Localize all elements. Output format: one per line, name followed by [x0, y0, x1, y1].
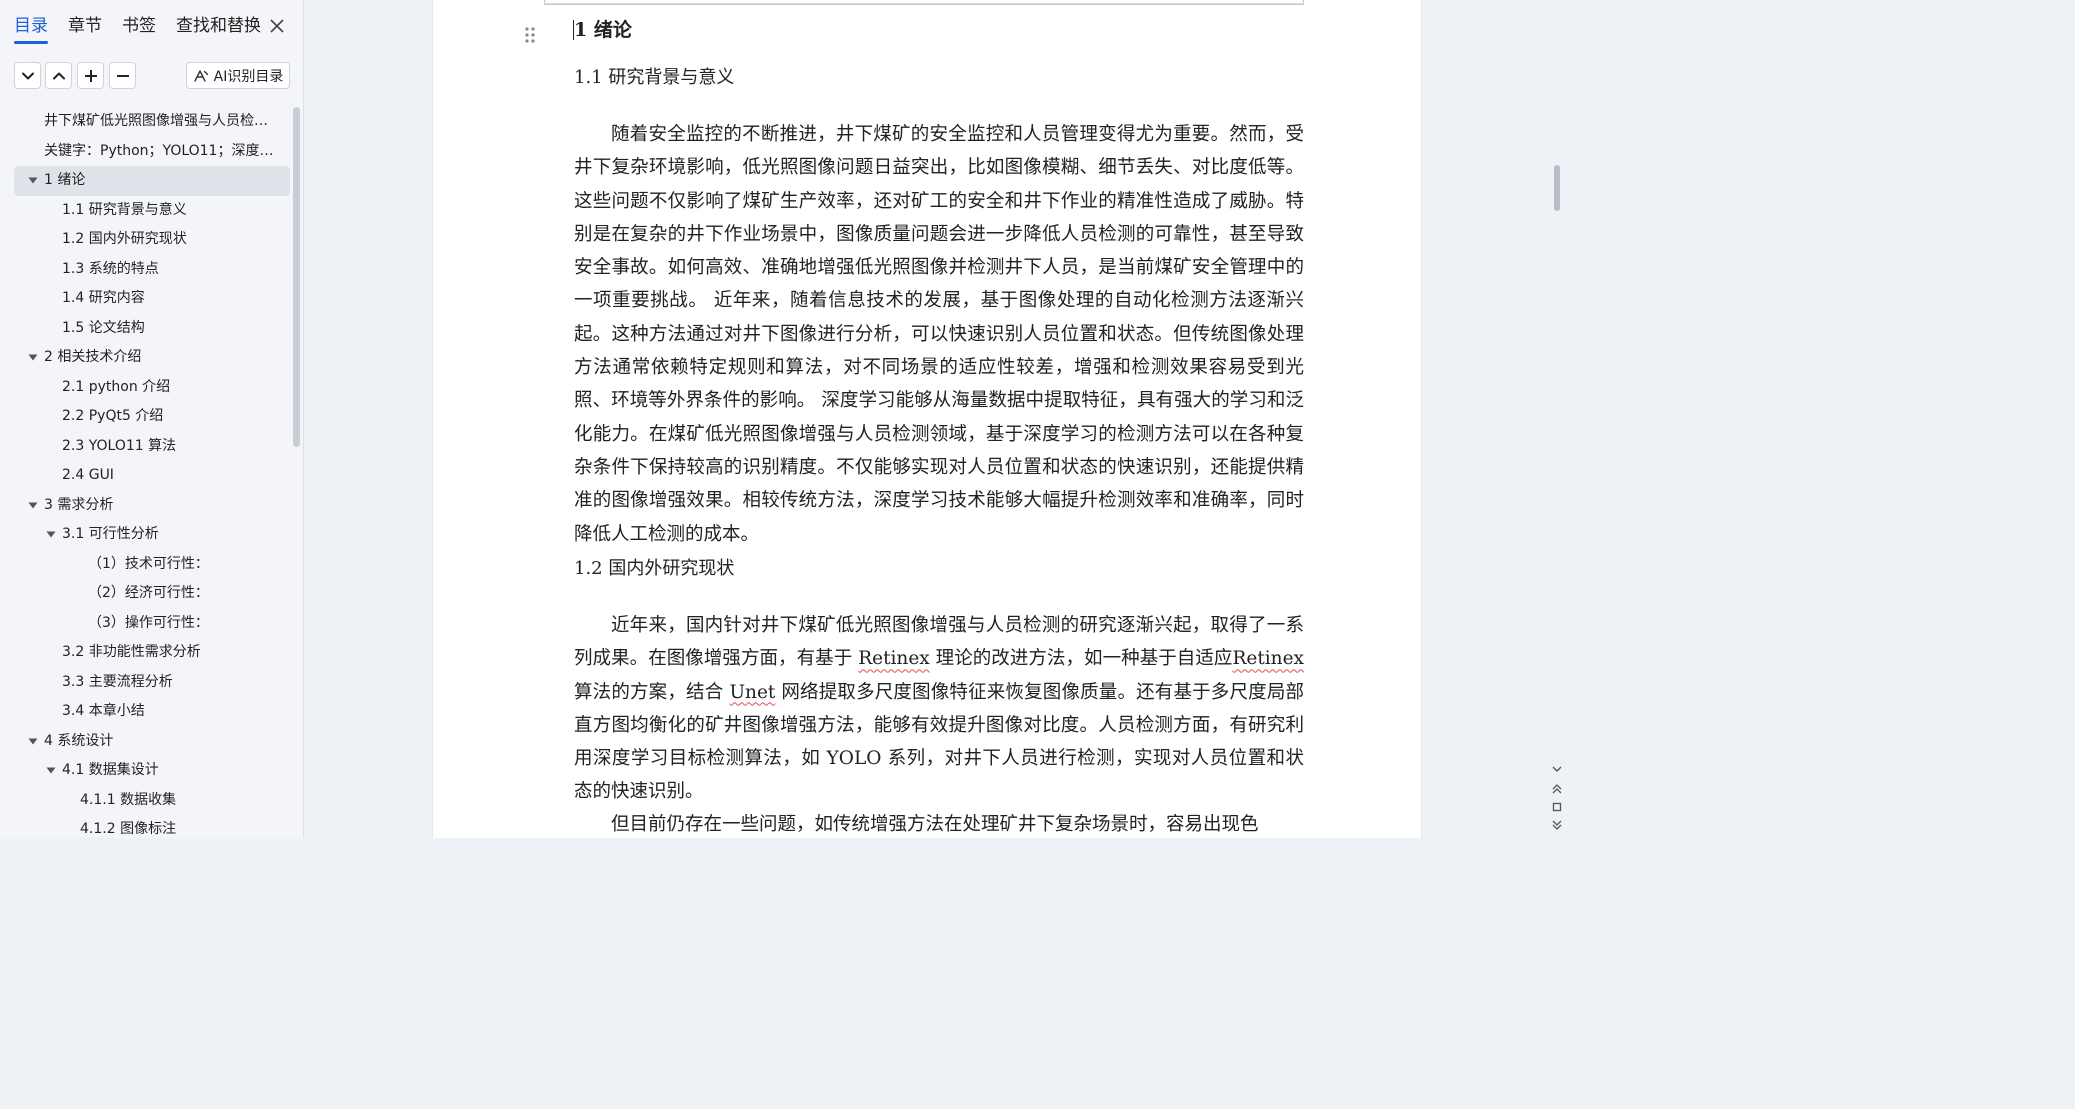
minus-icon	[116, 74, 129, 77]
scroll-down-icon[interactable]	[1550, 762, 1564, 776]
spellcheck-word: Unet	[729, 681, 776, 703]
toc-item[interactable]: （1）技术可行性：	[14, 550, 290, 580]
toc-item-label: （2）经济可行性：	[88, 585, 209, 601]
toc-item-label: 1.4 研究内容	[62, 290, 145, 306]
caret-down-icon[interactable]	[26, 166, 40, 196]
paragraph-1-2-continued: 但目前仍存在一些问题，如传统增强方法在处理矿井下复杂场景时，容易出现色	[611, 814, 1259, 835]
caret-down-icon[interactable]	[26, 491, 40, 521]
toc-item-label: 2.4 GUI	[62, 467, 114, 483]
panel-tabs: 目录 章节 书签 查找和替换	[14, 14, 281, 44]
page-header-line	[544, 3, 1304, 4]
toc-item-label: 4.1.2 图像标注	[80, 821, 177, 837]
toc-item[interactable]: 井下煤矿低光照图像增强与人员检测系统的设计与实现	[14, 107, 290, 137]
toc-item-label: 2 相关技术介绍	[44, 349, 142, 365]
toc-panel: 目录 章节 书签 查找和替换 AI识别目录 井下煤矿低光照图像增强与人员检测系统…	[0, 0, 304, 838]
remove-entry-button[interactable]	[109, 62, 136, 89]
heading-1-1: 1.1 研究背景与意义	[574, 67, 735, 88]
toc-item[interactable]: 1.1 研究背景与意义	[14, 196, 290, 226]
caret-down-icon[interactable]	[26, 727, 40, 757]
caret-down-icon[interactable]	[44, 520, 58, 550]
tab-toc[interactable]: 目录	[14, 14, 48, 44]
page-icon[interactable]	[1550, 800, 1564, 814]
toc-item-label: 井下煤矿低光照图像增强与人员检测系统的设计与实现	[44, 113, 290, 129]
caret-down-icon[interactable]	[44, 756, 58, 786]
toc-item-label: 1.2 国内外研究现状	[62, 231, 187, 247]
toc-item[interactable]: 2 相关技术介绍	[14, 343, 290, 373]
toc-item[interactable]: 2.2 PyQt5 介绍	[14, 402, 290, 432]
plus-icon	[84, 69, 97, 82]
paragraph-1-1: 随着安全监控的不断推进，井下煤矿的安全监控和人员管理变得尤为重要。然而，受井下复…	[574, 124, 1304, 545]
toc-item-label: 3.4 本章小结	[62, 703, 145, 719]
toc-item[interactable]: 3 需求分析	[14, 491, 290, 521]
ai-catalog-button[interactable]: AI识别目录	[186, 62, 290, 89]
toc-item[interactable]: 1 绪论	[14, 166, 290, 196]
toc-item[interactable]: 1.5 论文结构	[14, 314, 290, 344]
right-scroll-strip	[1546, 0, 1568, 838]
document-area: 1 绪论 1.1 研究背景与意义 随着安全监控的不断推进，井下煤矿的安全监控和人…	[305, 0, 1568, 838]
paragraph-text: 算法的方案，结合	[574, 681, 724, 703]
toc-scrollbar[interactable]	[293, 107, 300, 447]
toc-item[interactable]: （2）经济可行性：	[14, 579, 290, 609]
toc-item[interactable]: 3.2 非功能性需求分析	[14, 638, 290, 668]
toc-item-label: 2.2 PyQt5 介绍	[62, 408, 164, 424]
toc-item[interactable]: 4.1 数据集设计	[14, 756, 290, 786]
toc-item-label: 3.1 可行性分析	[62, 526, 159, 542]
toc-item[interactable]: 2.1 python 介绍	[14, 373, 290, 403]
toc-item-label: 1 绪论	[44, 172, 86, 188]
expand-all-button[interactable]	[45, 62, 72, 89]
toc-item[interactable]: 2.4 GUI	[14, 461, 290, 491]
toc-item-label: 4.1 数据集设计	[62, 762, 159, 778]
toc-item[interactable]: 2.3 YOLO11 算法	[14, 432, 290, 462]
heading-1: 1 绪论	[574, 19, 632, 41]
toc-item-label: 3 需求分析	[44, 496, 114, 513]
toc-item[interactable]: 4.1.1 数据收集	[14, 786, 290, 816]
toc-item-label: 1.3 系统的特点	[62, 260, 159, 277]
toc-item-label: 2.3 YOLO11 算法	[62, 437, 177, 454]
toc-item-label: （1）技术可行性：	[88, 555, 209, 572]
toc-item[interactable]: 1.4 研究内容	[14, 284, 290, 314]
drag-handle-icon[interactable]	[522, 25, 538, 45]
toc-item[interactable]: 3.1 可行性分析	[14, 520, 290, 550]
toc-list: 井下煤矿低光照图像增强与人员检测系统的设计与实现关键字：Python；YOLO1…	[14, 107, 290, 838]
collapse-all-button[interactable]	[14, 62, 41, 89]
close-icon[interactable]	[266, 14, 288, 38]
toc-item-label: 4 系统设计	[44, 732, 114, 749]
tab-chapters[interactable]: 章节	[68, 14, 102, 42]
toc-item-label: 1.1 研究背景与意义	[62, 201, 187, 218]
toc-item[interactable]: 1.3 系统的特点	[14, 255, 290, 285]
toc-item[interactable]: 关键字：Python；YOLO11；深度学习；图像增强	[14, 137, 290, 167]
toc-item[interactable]: 1.2 国内外研究现状	[14, 225, 290, 255]
toc-toolbar: AI识别目录	[14, 62, 290, 89]
toc-item-label: 1.5 论文结构	[62, 319, 145, 336]
toc-item-label: 2.1 python 介绍	[62, 378, 171, 395]
chevron-down-icon	[21, 72, 34, 79]
paragraph-1-2: 近年来，国内针对井下煤矿低光照图像增强与人员检测的研究逐渐兴起，取得了一系列成果…	[574, 609, 1304, 809]
toc-item-label: 关键字：Python；YOLO11；深度学习；图像增强	[44, 142, 290, 159]
toc-item[interactable]: 3.4 本章小结	[14, 697, 290, 727]
toc-item[interactable]: 4.1.2 图像标注	[14, 815, 290, 838]
document-page[interactable]: 1 绪论 1.1 研究背景与意义 随着安全监控的不断推进，井下煤矿的安全监控和人…	[432, 0, 1422, 838]
toc-item-label: 3.3 主要流程分析	[62, 673, 173, 690]
toc-item-label: （3）操作可行性：	[88, 614, 209, 631]
ai-catalog-icon	[193, 69, 208, 82]
chevron-up-icon	[52, 72, 65, 79]
document-scrollbar[interactable]	[1554, 165, 1560, 211]
next-page-icon[interactable]	[1550, 818, 1564, 832]
tab-find-replace[interactable]: 查找和替换	[176, 14, 261, 42]
heading-1-2: 1.2 国内外研究现状	[574, 558, 735, 579]
tab-bookmarks[interactable]: 书签	[122, 14, 156, 42]
paragraph-text: 理论的改进方法，如一种基于自适应	[935, 648, 1233, 670]
add-entry-button[interactable]	[77, 62, 104, 89]
caret-down-icon[interactable]	[26, 343, 40, 373]
spellcheck-word: Retinex	[1232, 648, 1304, 670]
toc-item-label: 4.1.1 数据收集	[80, 791, 177, 808]
toc-item[interactable]: 3.3 主要流程分析	[14, 668, 290, 698]
toc-item[interactable]: （3）操作可行性：	[14, 609, 290, 639]
toc-item-label: 3.2 非功能性需求分析	[62, 644, 201, 660]
ai-catalog-label: AI识别目录	[213, 68, 284, 85]
prev-page-icon[interactable]	[1550, 782, 1564, 796]
toc-item[interactable]: 4 系统设计	[14, 727, 290, 757]
spellcheck-word: Retinex	[858, 648, 930, 670]
